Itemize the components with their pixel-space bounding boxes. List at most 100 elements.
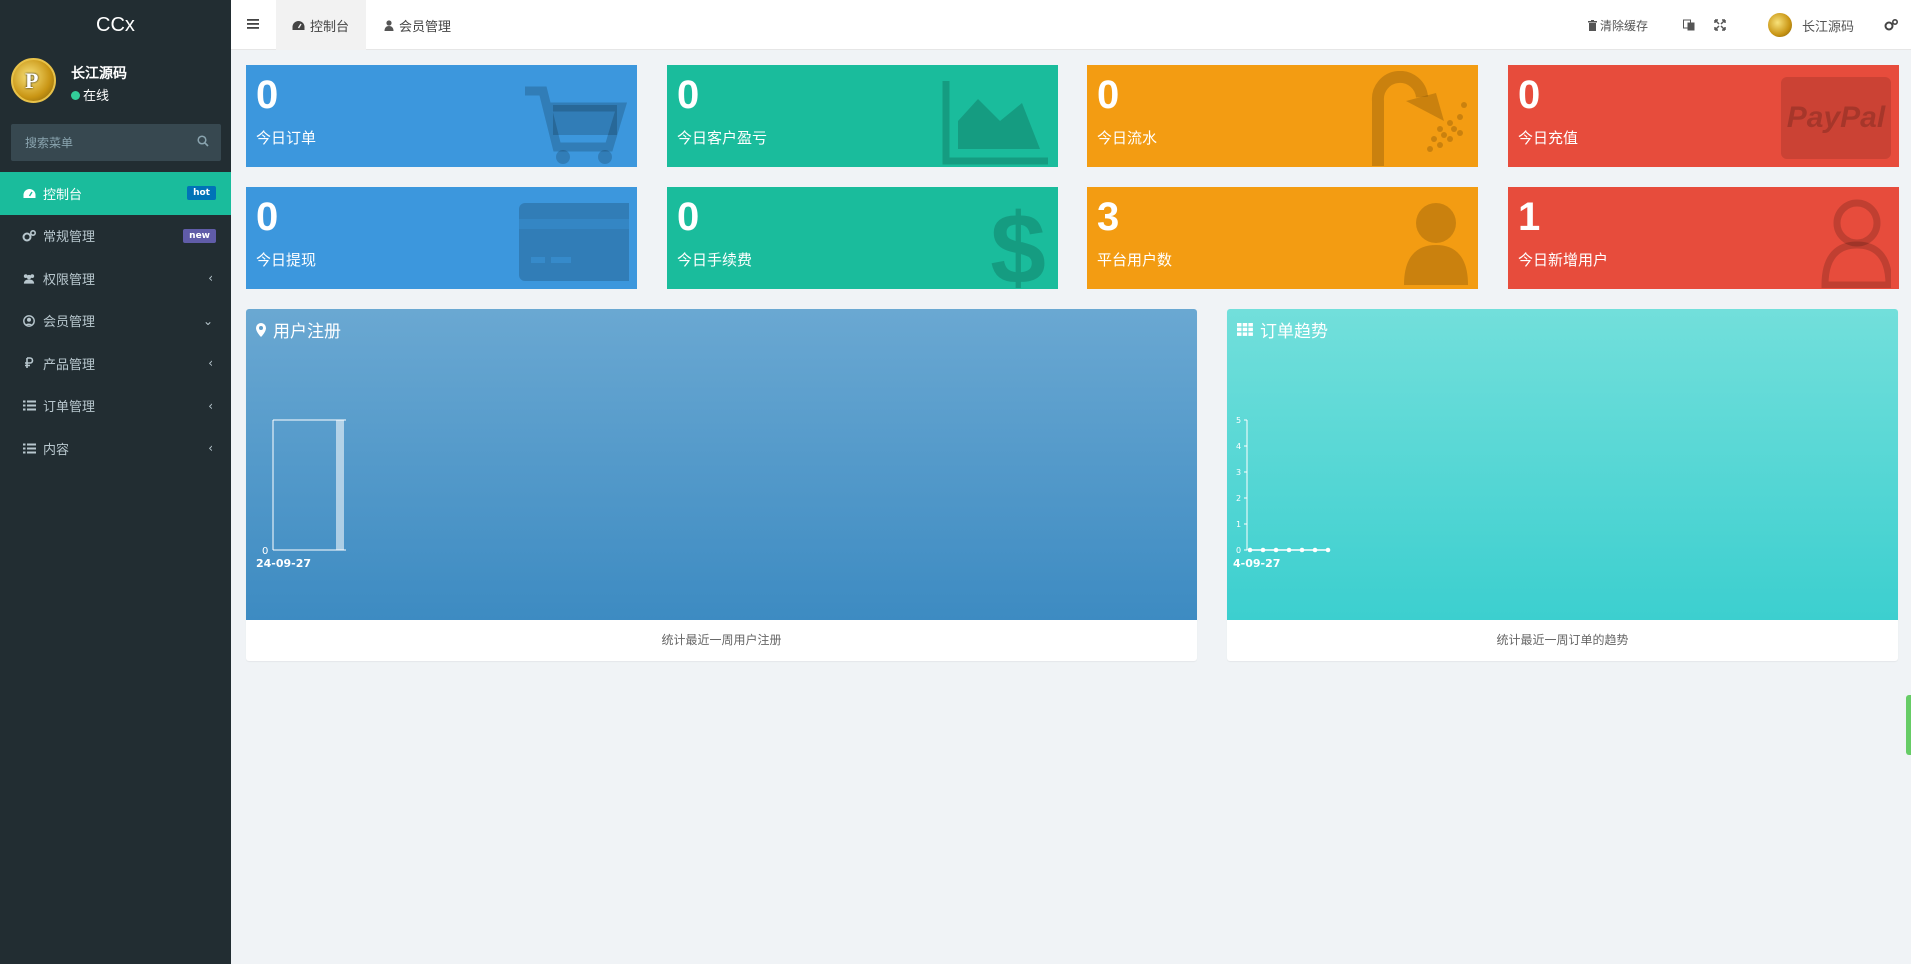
language-icon: [1683, 19, 1695, 31]
order-trend-panel: 0 1 2 3 4 5 4-09-27 订单趋势 统计最近一周订单的趋势: [1227, 309, 1898, 661]
panel-footer: 统计最近一周用户注册: [661, 633, 782, 647]
data-point: [1273, 547, 1279, 553]
user-name: 长江源码: [71, 66, 127, 82]
sidebar-item-members[interactable]: 会员管理 ⌄: [0, 300, 231, 343]
user-status-text: 在线: [83, 89, 110, 104]
user-panel: P 长江源码 在线: [0, 50, 231, 117]
users-icon: [22, 271, 36, 285]
y-tick-label: 1: [1236, 520, 1241, 529]
chevron-left-icon: ‹: [208, 271, 213, 286]
language-button[interactable]: [1683, 0, 1695, 50]
stat-label: 平台用户数: [1097, 251, 1173, 269]
user-icon: [1404, 203, 1468, 285]
sidebar-item-permissions[interactable]: 权限管理 ‹: [0, 257, 231, 300]
y-tick-label: 0: [262, 546, 268, 557]
hamburger-menu-icon[interactable]: [247, 17, 261, 31]
sidebar-item-label: 内容: [43, 442, 70, 458]
user-registration-chart: 024-09-27: [256, 419, 346, 570]
tab-dashboard[interactable]: 控制台: [276, 0, 366, 50]
data-point: [1299, 547, 1305, 553]
sidebar-item-content[interactable]: 内容 ‹: [0, 427, 231, 470]
stat-label: 今日订单: [256, 129, 317, 147]
brand-logo[interactable]: CCx: [0, 0, 231, 50]
y-tick-label: 0: [1236, 546, 1241, 555]
stat-value: 0: [1518, 73, 1541, 117]
user-circle-icon: [22, 314, 36, 328]
tab-label: 会员管理: [399, 19, 452, 35]
shower-icon: [1371, 71, 1467, 166]
chevron-left-icon: ‹: [208, 441, 213, 456]
stat-value: 0: [1097, 73, 1120, 117]
stat-card-today-fees: 0 今日手续费 $: [667, 187, 1058, 289]
sidebar-item-label: 订单管理: [43, 400, 96, 416]
tab-members[interactable]: 会员管理: [384, 0, 451, 50]
top-navbar: 控制台 会员管理 清除缓存 长江源码: [231, 0, 1911, 50]
paypal-logo-text: PayPal: [1786, 101, 1886, 134]
user-avatar-small: [1768, 13, 1792, 37]
credit-card-icon: [519, 203, 629, 281]
y-tick-label: 2: [1236, 494, 1241, 503]
dashboard-icon: [22, 186, 36, 200]
stat-card-today-orders: 0 今日订单: [246, 65, 637, 167]
stat-card-platform-users: 3 平台用户数: [1087, 187, 1478, 289]
sidebar-item-orders[interactable]: 订单管理 ‹: [0, 385, 231, 428]
tab-label: 控制台: [310, 19, 350, 35]
svg-text:$: $: [990, 193, 1046, 288]
cogs-icon: [1884, 19, 1898, 31]
stat-value: 3: [1097, 195, 1120, 239]
avatar[interactable]: P: [11, 58, 56, 103]
sidebar: CCx P 长江源码 在线 控制台 hot 常规管理 new 权限管理 ‹ 会员…: [0, 0, 231, 964]
search-icon[interactable]: [197, 135, 209, 147]
data-point: [1247, 547, 1253, 553]
stat-label: 今日新增用户: [1518, 251, 1609, 269]
clear-cache-button[interactable]: 清除缓存: [1588, 0, 1648, 50]
cart-icon: [525, 86, 628, 164]
search-input[interactable]: [11, 124, 181, 161]
dashboard-icon: [292, 20, 305, 31]
stat-card-today-new-users: 1 今日新增用户: [1508, 187, 1899, 289]
user-menu-name: 长江源码: [1802, 19, 1855, 35]
chevron-left-icon: ‹: [208, 356, 213, 371]
data-point: [1312, 547, 1318, 553]
sidebar-item-dashboard[interactable]: 控制台 hot: [0, 172, 231, 215]
panel-title-text: 用户注册: [273, 322, 341, 342]
hot-badge: hot: [187, 186, 216, 201]
stat-value: 0: [256, 195, 279, 239]
paypal-icon: PayPal: [1781, 77, 1891, 159]
grid-icon: [1237, 323, 1253, 336]
new-badge: new: [183, 228, 216, 243]
side-scroll-handle[interactable]: [1906, 695, 1911, 755]
stat-label: 今日手续费: [677, 251, 753, 269]
stat-card-today-flow: 0 今日流水: [1087, 65, 1478, 167]
chevron-left-icon: ‹: [208, 398, 213, 413]
data-point: [1260, 547, 1266, 553]
cogs-icon: [22, 229, 36, 243]
trash-icon: [1588, 19, 1597, 31]
stat-value: 0: [677, 73, 700, 117]
stat-card-today-profit: 0 今日客户盈亏: [667, 65, 1058, 167]
chevron-down-icon: ⌄: [202, 313, 213, 328]
fullscreen-icon: [1714, 19, 1726, 31]
panel-title-text: 订单趋势: [1260, 322, 1328, 342]
stat-label: 今日客户盈亏: [677, 129, 768, 147]
settings-button[interactable]: [1884, 0, 1898, 50]
user-status: 在线: [71, 85, 109, 104]
sidebar-item-products[interactable]: 产品管理 ‹: [0, 342, 231, 385]
x-tick-label: 4-09-27: [1233, 557, 1280, 570]
ruble-icon: [22, 356, 36, 370]
user-icon: [384, 19, 394, 31]
stat-label: 今日提现: [256, 251, 317, 269]
sidebar-menu: 控制台 hot 常规管理 new 权限管理 ‹ 会员管理 ⌄ 产品管理 ‹ 订单…: [0, 172, 231, 470]
panel-title: 订单趋势: [1237, 317, 1328, 342]
sidebar-item-label: 会员管理: [43, 315, 96, 331]
clear-cache-label: 清除缓存: [1600, 18, 1649, 33]
fullscreen-button[interactable]: [1714, 0, 1726, 50]
search-box: [11, 124, 221, 161]
map-marker-icon: [256, 322, 266, 337]
data-point: [1286, 547, 1292, 553]
user-menu[interactable]: 长江源码: [1768, 0, 1854, 50]
sidebar-item-general[interactable]: 常规管理 new: [0, 215, 231, 258]
stat-value: 1: [1518, 195, 1541, 239]
order-trend-chart-area: 0 1 2 3 4 5 4-09-27: [1227, 309, 1898, 620]
stat-value: 0: [256, 73, 279, 117]
